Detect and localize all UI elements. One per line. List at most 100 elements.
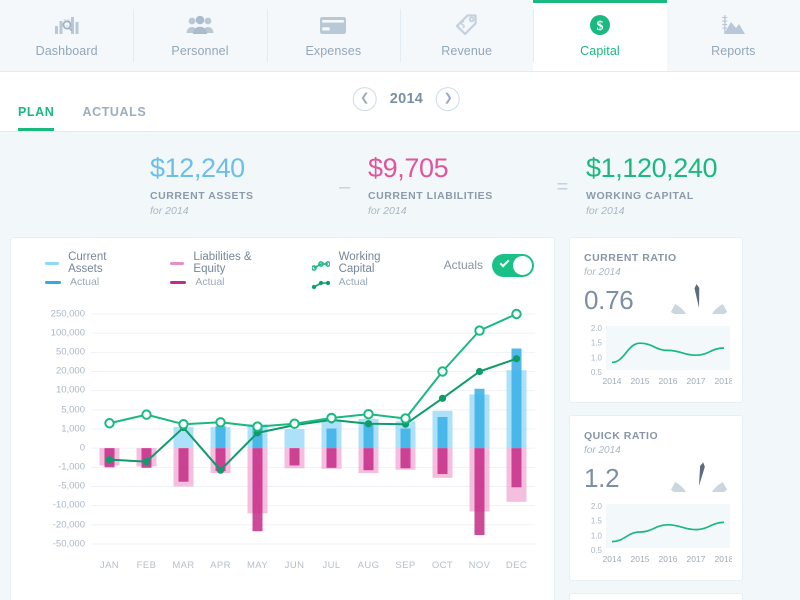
- tab-plan[interactable]: PLAN: [18, 105, 55, 131]
- summary-period: for 2014: [150, 204, 189, 217]
- chart-x-axis-tick: JUL: [322, 559, 341, 571]
- summary-value: $1,120,240: [586, 153, 718, 183]
- svg-text:2015: 2015: [631, 376, 650, 386]
- svg-text:1.0: 1.0: [591, 353, 603, 362]
- chart-search-icon: [54, 13, 79, 37]
- chart-y-axis-tick: -10,000: [52, 499, 85, 511]
- chart-y-axis-tick: 10,000: [55, 384, 85, 396]
- legend-label: Current Assets: [68, 251, 107, 276]
- chart-y-axis-tick: -20,000: [52, 519, 85, 531]
- chart-y-axis-tick: -5,000: [58, 480, 85, 492]
- legend-marker-filled-icon: [311, 277, 330, 289]
- svg-text:2017: 2017: [687, 554, 706, 564]
- legend-swatch-actual: [45, 280, 61, 284]
- legend-group-working-capital: Working Capital Actual: [310, 251, 408, 292]
- actuals-toggle[interactable]: [492, 253, 534, 277]
- legend-swatch-actual: [170, 280, 187, 284]
- svg-text:1.0: 1.0: [591, 531, 603, 540]
- summary-period: for 2014: [368, 204, 407, 217]
- legend-label: Liabilities & Equity: [193, 251, 252, 276]
- svg-text:2014: 2014: [603, 554, 622, 564]
- sub-toolbar: PLAN ACTUALS ❮ 2014 ❯: [0, 72, 800, 132]
- chart-y-axis-tick: 0: [79, 442, 85, 454]
- nav-label: Reports: [711, 44, 756, 58]
- chart-y-axis-tick: 50,000: [55, 346, 85, 358]
- summary-label: WORKING CAPITAL: [586, 189, 694, 202]
- svg-text:$: $: [596, 19, 603, 34]
- legend-label-actual: Actual: [70, 276, 100, 289]
- summary-label: CURRENT ASSETS: [150, 189, 254, 202]
- nav-item-reports[interactable]: Reports: [666, 0, 800, 71]
- toggle-knob: [513, 255, 532, 275]
- primary-navigation: Dashboard Personnel Expenses Revenue $ C…: [0, 0, 800, 72]
- people-icon: [186, 13, 214, 37]
- year-value: 2014: [389, 90, 424, 107]
- svg-text:0.5: 0.5: [591, 546, 603, 555]
- chart-y-axis-tick: 1,000: [61, 423, 85, 435]
- svg-text:2018: 2018: [715, 376, 732, 386]
- gauge-icon: [666, 452, 732, 514]
- legend-group-liabilities: Liabilities & Equity Actual: [170, 251, 275, 292]
- summary-current-liabilities: $9,705 CURRENT LIABILITIES for 2014: [368, 153, 538, 217]
- nav-item-capital[interactable]: $ Capital: [533, 0, 667, 71]
- summary-label: CURRENT LIABILITIES: [368, 189, 493, 202]
- chevron-right-icon[interactable]: ❯: [436, 86, 461, 111]
- year-selector: ❮ 2014 ❯: [352, 86, 461, 111]
- nav-label: Capital: [580, 44, 620, 58]
- svg-text:2016: 2016: [659, 376, 678, 386]
- chart-y-axis-tick: 100,000: [50, 327, 85, 339]
- summary-working-capital: $1,120,240 WORKING CAPITAL for 2014: [586, 153, 756, 216]
- kpi-title: CURRENT RATIO: [584, 251, 677, 264]
- nav-item-dashboard[interactable]: Dashboard: [0, 0, 134, 71]
- tab-actuals[interactable]: ACTUALS: [82, 105, 146, 131]
- chart-x-axis-tick: JUN: [284, 559, 305, 571]
- legend-label: Working Capital: [338, 251, 381, 276]
- nav-label: Dashboard: [35, 44, 98, 58]
- chart-x-axis-tick: OCT: [431, 559, 454, 571]
- kpi-card-grid: CURRENT RATIO for 2014 0.76 2.0 1.5 1.0 0.5…: [569, 236, 800, 600]
- price-tag-icon: [454, 13, 479, 37]
- kpi-sparkline: 2.0 1.5 1.0 0.5 2014 2015 2016 2017 2018: [584, 500, 734, 571]
- chart-x-axis-tick: NOV: [468, 559, 491, 571]
- legend-swatch: [45, 261, 60, 265]
- nav-label: Revenue: [441, 44, 493, 58]
- nav-item-revenue[interactable]: Revenue: [399, 0, 534, 71]
- dollar-coin-icon: $: [589, 13, 611, 37]
- kpi-summary-row: $12,240 CURRENT ASSETS for 2014 – $9,705…: [0, 132, 800, 237]
- chart-x-axis-tick: APR: [210, 559, 231, 571]
- summary-value: $9,705: [368, 153, 449, 183]
- chart-x-axis-tick: MAY: [246, 559, 269, 571]
- chart-x-axis-tick: DEC: [505, 559, 528, 571]
- chart-y-axis-tick: -1,000: [58, 461, 85, 473]
- minus-operator: –: [338, 176, 350, 198]
- svg-text:2.0: 2.0: [591, 502, 603, 511]
- svg-text:1.5: 1.5: [591, 516, 603, 525]
- chart-legend: Current Assets Actual Liabilities & Equi…: [23, 251, 542, 292]
- kpi-card-quick-ratio[interactable]: QUICK RATIO for 2014 1.2 2.0 1.5 1.0 0.5 201…: [569, 414, 743, 581]
- nav-item-personnel[interactable]: Personnel: [133, 0, 267, 71]
- working-capital-chart-card: Current Assets Actual Liabilities & Equi…: [10, 236, 555, 600]
- main-content: Current Assets Actual Liabilities & Equi…: [0, 236, 800, 600]
- chart-x-axis-tick: MAR: [172, 559, 195, 571]
- legend-marker-open-icon: [310, 258, 331, 271]
- svg-text:2.0: 2.0: [591, 324, 603, 333]
- svg-text:2018: 2018: [715, 554, 732, 564]
- chevron-left-icon[interactable]: ❮: [352, 86, 377, 111]
- svg-text:1.5: 1.5: [591, 338, 603, 347]
- legend-group-current-assets: Current Assets Actual: [45, 251, 134, 292]
- nav-item-expenses[interactable]: Expenses: [266, 0, 400, 71]
- legend-label-actual: Actual: [338, 276, 368, 289]
- chart-y-axis-tick: 20,000: [55, 365, 85, 377]
- svg-text:2016: 2016: [659, 554, 678, 564]
- kpi-sparkline: 2.0 1.5 1.0 0.5 2014 2015 2016 2017 2018: [584, 322, 734, 393]
- actuals-toggle-group: Actuals: [444, 253, 538, 277]
- mountain-chart-icon: [720, 13, 746, 37]
- check-icon: [499, 257, 510, 268]
- summary-value: $12,240: [150, 153, 245, 183]
- summary-current-assets: $12,240 CURRENT ASSETS for 2014: [150, 153, 320, 217]
- plan-actuals-tabs: PLAN ACTUALS: [18, 105, 146, 131]
- chart-x-axis-tick: FEB: [136, 559, 157, 571]
- kpi-card-current-ratio[interactable]: CURRENT RATIO for 2014 0.76 2.0 1.5 1.0 0.5…: [569, 236, 743, 403]
- kpi-card-return-on-equity[interactable]: RETURN ON EQUITY for 2014 17% 2.01.51.00…: [569, 592, 743, 600]
- chart-svg: [91, 308, 535, 545]
